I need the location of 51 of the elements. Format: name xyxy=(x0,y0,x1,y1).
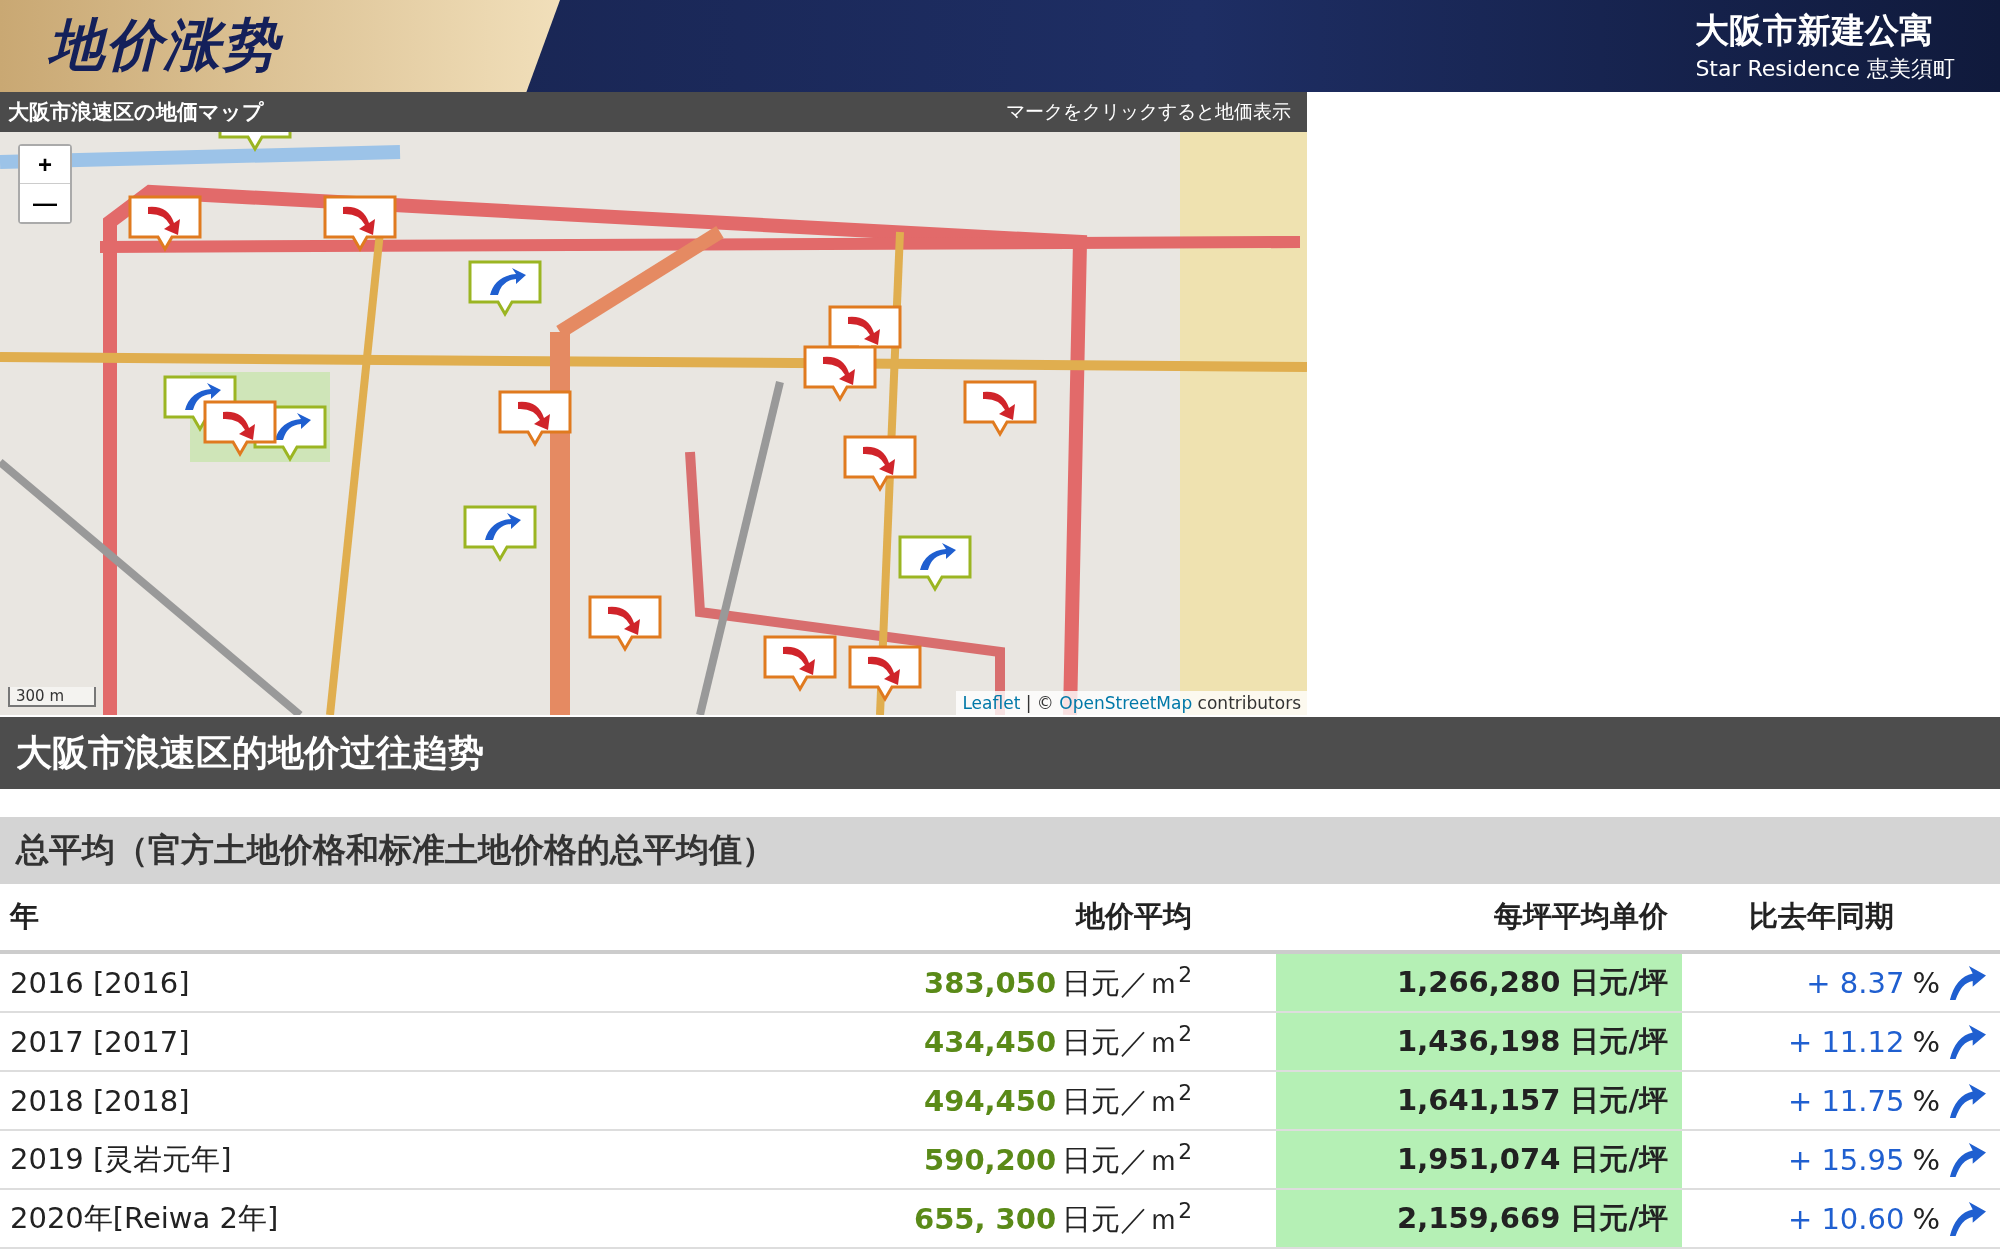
openstreetmap-link[interactable]: OpenStreetMap xyxy=(1059,693,1193,713)
change-value: + 11.75 xyxy=(1787,1083,1905,1118)
rise-arrow-icon xyxy=(1948,963,1986,1002)
map-scale: 300 m xyxy=(8,687,96,707)
price-unit: 日元／ｍ$^{2}$ xyxy=(1062,1020,1192,1061)
percent-sign: % xyxy=(1912,1024,1940,1059)
column-header: 每坪平均单价 xyxy=(1493,898,1669,935)
price-value: 434,450 xyxy=(924,1024,1057,1059)
change-value: + 11.12 xyxy=(1787,1024,1905,1059)
percent-sign: % xyxy=(1912,1142,1940,1177)
attribution-separator: | © xyxy=(1024,693,1055,713)
change-value: + 8.37 xyxy=(1806,965,1905,1000)
map-hint: マークをクリックすると地価表示 xyxy=(1006,99,1291,124)
leaflet-link[interactable]: Leaflet xyxy=(962,693,1021,713)
price-unit: 日元／ｍ$^{2}$ xyxy=(1062,1197,1192,1238)
price-value: 655, 300 xyxy=(913,1201,1057,1236)
table-cell-text: 2017 [2017] xyxy=(9,1023,191,1061)
attribution-text: contributors xyxy=(1196,693,1301,713)
rise-arrow-icon xyxy=(1948,1199,1986,1238)
column-header: 年 xyxy=(8,898,40,935)
table-cell-text: 2019 [灵岩元年] xyxy=(9,1140,233,1178)
rise-arrow-icon xyxy=(1948,1081,1986,1120)
column-header: 地价平均 xyxy=(1074,898,1193,935)
percent-sign: % xyxy=(1912,965,1940,1000)
price-unit: 日元／ｍ$^{2}$ xyxy=(1062,1138,1192,1179)
table-cell: 2,159,669 日元/坪 xyxy=(1276,1190,1682,1247)
rise-arrow-icon xyxy=(1948,1140,1986,1179)
zoom-in-button[interactable]: + xyxy=(20,146,70,184)
change-value: + 10.60 xyxy=(1787,1201,1905,1236)
price-value: 590,200 xyxy=(924,1142,1057,1177)
change-value: + 15.95 xyxy=(1787,1142,1905,1177)
table-cell: 1,436,198 日元/坪 xyxy=(1276,1013,1682,1070)
table-cell: 1,266,280 日元/坪 xyxy=(1276,954,1682,1011)
percent-sign: % xyxy=(1912,1201,1940,1236)
price-unit: 日元／ｍ$^{2}$ xyxy=(1062,1079,1192,1120)
table-cell: 1,641,157 日元/坪 xyxy=(1276,1072,1682,1129)
rise-arrow-icon xyxy=(1948,1022,1986,1061)
table-cell-text: 2018 [2018] xyxy=(9,1082,191,1120)
price-value: 494,450 xyxy=(924,1083,1057,1118)
price-value: 383,050 xyxy=(924,965,1057,1000)
table-cell-text: 2020年[Reiwa 2年] xyxy=(9,1199,280,1237)
brand-subtitle: Star Residence 恵美須町 xyxy=(1695,55,1955,83)
percent-sign: % xyxy=(1912,1083,1940,1118)
column-header: 比去年同期 xyxy=(1747,898,1895,935)
table-cell: 1,951,074 日元/坪 xyxy=(1276,1131,1682,1188)
table-caption: 总平均（官方土地价格和标准土地价格的总平均值） xyxy=(16,829,775,871)
map-title: 大阪市浪速区の地価マップ xyxy=(8,99,264,126)
brand-name: 大阪市新建公寓 xyxy=(1695,9,1934,52)
table-cell-text: 2016 [2016] xyxy=(9,964,191,1002)
price-unit: 日元／ｍ$^{2}$ xyxy=(1062,961,1192,1002)
section-title: 大阪市浪速区的地价过往趋势 xyxy=(16,730,484,775)
